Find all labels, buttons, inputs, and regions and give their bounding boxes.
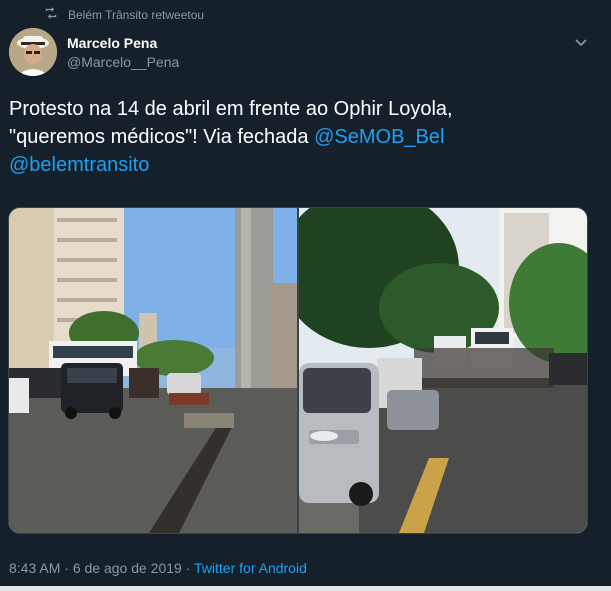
chevron-down-icon[interactable] bbox=[573, 34, 589, 50]
avatar[interactable] bbox=[9, 28, 57, 76]
author-name[interactable]: Marcelo Pena bbox=[67, 35, 157, 51]
meta-separator: · bbox=[181, 560, 195, 576]
mention-belemtransito[interactable]: @belemtransito bbox=[9, 154, 149, 176]
retweet-icon bbox=[44, 6, 58, 23]
retweet-label: Belém Trânsito retweetou bbox=[68, 7, 205, 22]
tweet-time[interactable]: 8:43 AM bbox=[9, 560, 60, 576]
tweet-meta: 8:43 AM · 6 de ago de 2019 · Twitter for… bbox=[9, 560, 307, 576]
bottom-divider bbox=[0, 586, 611, 591]
meta-separator: · bbox=[60, 560, 73, 576]
tweet-date[interactable]: 6 de ago de 2019 bbox=[73, 560, 182, 576]
author-handle[interactable]: @Marcelo__Pena bbox=[67, 54, 179, 70]
tweet-photo-left[interactable] bbox=[9, 208, 297, 533]
tweet-text: Protesto na 14 de abril em frente ao Oph… bbox=[9, 95, 589, 179]
tweet-text-line1: Protesto na 14 de abril em frente ao Oph… bbox=[9, 98, 453, 120]
tweet-photo-right[interactable] bbox=[299, 208, 587, 533]
tweet-text-line2: "queremos médicos"! Via fechada bbox=[9, 126, 315, 148]
mention-semob[interactable]: @SeMOB_Bel bbox=[314, 126, 444, 148]
tweet-source[interactable]: Twitter for Android bbox=[194, 560, 307, 576]
tweet-media[interactable] bbox=[8, 207, 588, 534]
retweet-context[interactable]: Belém Trânsito retweetou bbox=[44, 6, 204, 23]
